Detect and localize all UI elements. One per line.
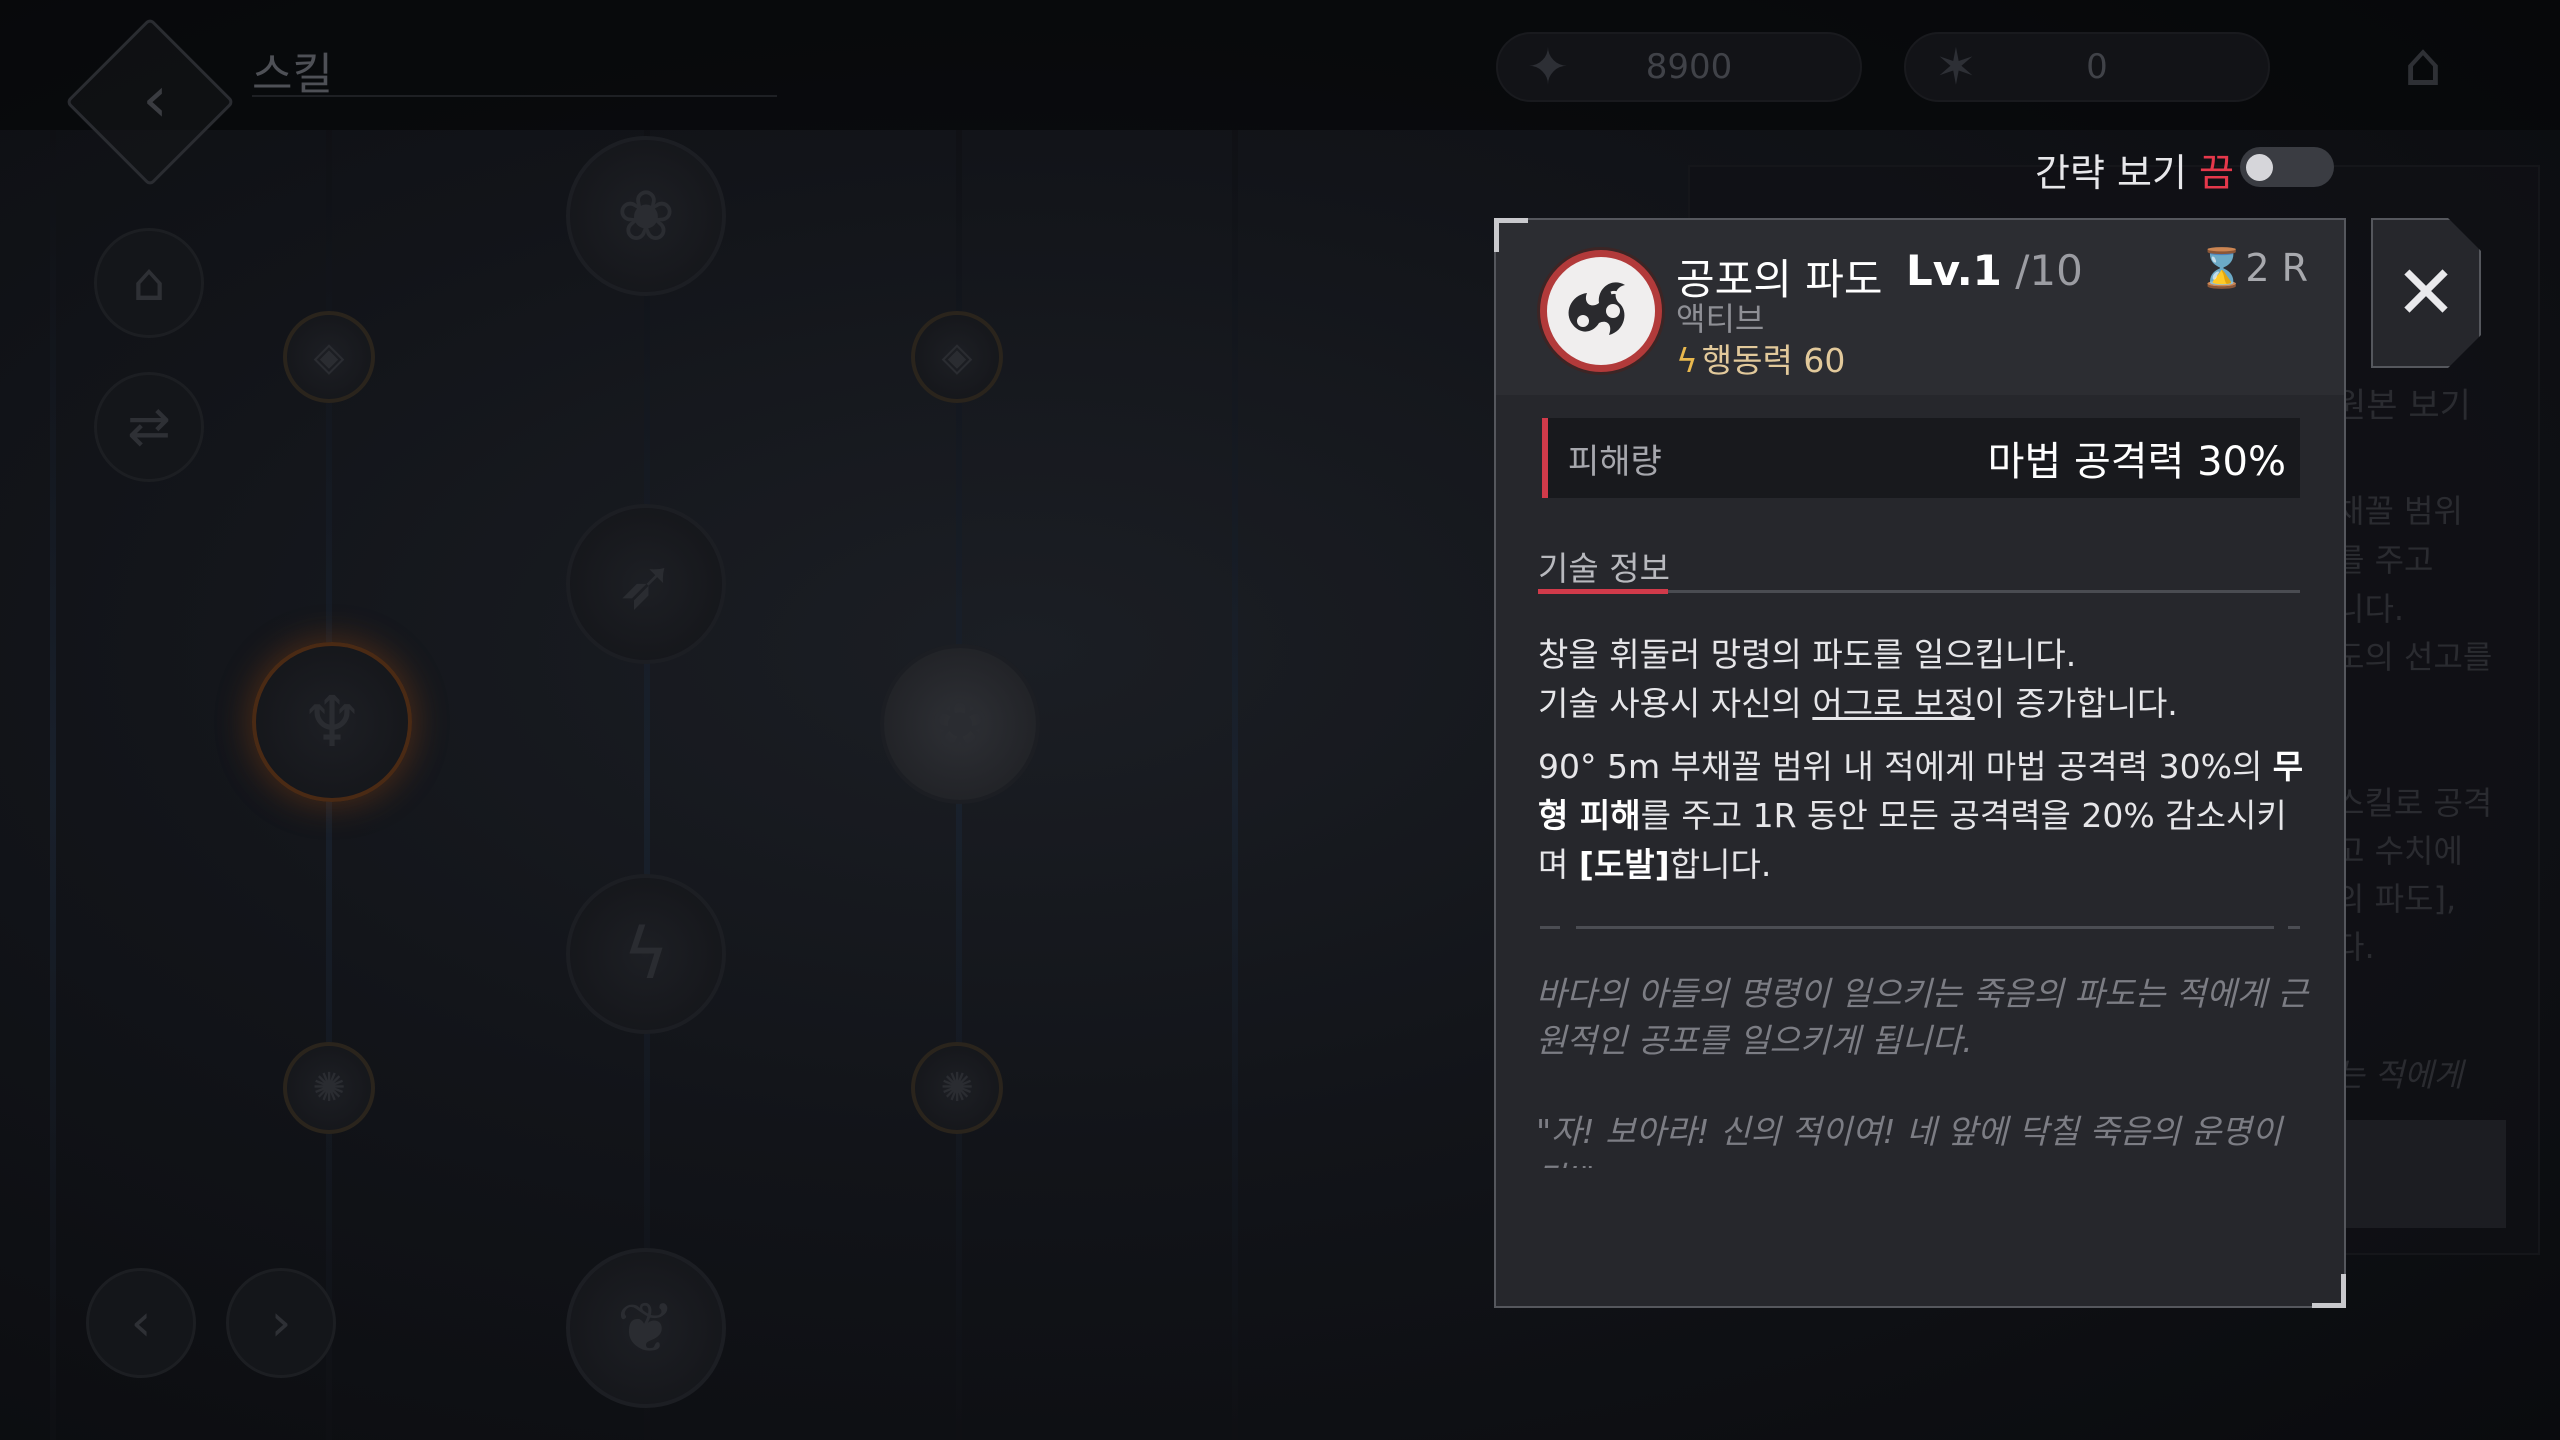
ghost-line: 의 파도], (2335, 880, 2457, 918)
ghost-line: 는 적에게 (2335, 1056, 2463, 1094)
action-point-cost: ϟ 행동력 60 (1676, 334, 1845, 382)
skill-node-selected-passive[interactable]: ♆ (252, 642, 412, 802)
home-icon[interactable]: ⌂ (2388, 30, 2458, 100)
damage-value: 마법 공격력 30% (1987, 439, 2286, 485)
damage-row: 피해량 마법 공격력 30% (1542, 418, 2300, 498)
resource-value-2: 0 (2086, 47, 2108, 87)
action-point-value: 행동력 60 (1701, 341, 1846, 380)
desc-line-1: 창을 휘둘러 망령의 파도를 일으킵니다. (1538, 635, 2077, 674)
level-current: Lv.1 (1906, 246, 2002, 295)
lore-text-2: "자! 보아라! 신의 적이여! 네 앞에 닥칠 죽음의 운명이다!" (1536, 1112, 2282, 1168)
resource-pill-1[interactable]: ✦ 8900 (1496, 32, 1862, 102)
ghost-line: 도의 선고를 (2335, 638, 2493, 676)
tree-lane (644, 130, 650, 1440)
skill-node-beast-2[interactable]: ✺ (911, 1042, 1003, 1134)
close-button[interactable]: ✕ (2371, 218, 2481, 368)
simple-view-label: 간략 보기 끔 (2035, 151, 2234, 195)
dialog-corner-bottom-right (2312, 1274, 2346, 1308)
hourglass-icon: ⌛ (2198, 246, 2246, 290)
taunt-keyword[interactable]: [도발] (1579, 845, 1670, 884)
level-max: /10 (2015, 246, 2083, 295)
skill-detail-dialog: 공포의 파도 Lv.1 /10 ⌛2 R 액티브 ϟ 행동력 60 피해량 마법 … (1494, 218, 2346, 1308)
page-title: 스킬 (252, 49, 333, 100)
desc-line-2: 기술 사용시 자신의 어그로 보정이 증가합니다. (1538, 684, 2178, 723)
toggle-knob (2246, 154, 2273, 181)
lightning-bolt-icon: ϟ (1676, 341, 1698, 380)
close-icon: ✕ (2394, 250, 2457, 336)
background-button (2320, 1120, 2506, 1228)
tab-active-indicator (1538, 589, 1668, 594)
skill-level: Lv.1 /10 (1906, 246, 2083, 295)
title-divider (252, 95, 777, 97)
dialog-corner-top-left (1494, 218, 1528, 252)
skill-node-flame[interactable]: ❦ (566, 1248, 726, 1408)
ghost-line: 고 수치에 (2335, 832, 2463, 870)
ghost-line: 를 주고 (2335, 541, 2434, 579)
skill-description-2: 90° 5m 부채꼴 범위 내 적에게 마법 공격력 30%의 무형 피해를 주… (1538, 747, 2304, 884)
resource-pill-2[interactable]: ✶ 0 (1904, 32, 2270, 102)
ghost-tab: 원본 보기 (2335, 386, 2471, 426)
demon-emblem-icon: ✶ (1935, 38, 1977, 96)
skill-node-beast[interactable]: ✺ (283, 1042, 375, 1134)
wave-of-fear-skill-icon (1540, 250, 1662, 372)
simple-view-state: 끔 (2199, 151, 2234, 195)
tree-lane (1232, 130, 1238, 1440)
previous-arrow-icon[interactable]: ‹ (86, 1268, 196, 1378)
dialog-header: 공포의 파도 Lv.1 /10 ⌛2 R 액티브 ϟ 행동력 60 (1496, 220, 2344, 395)
ghost-wave-icon (1568, 282, 1625, 335)
lore-separator (1540, 926, 2300, 929)
skill-node-lightning[interactable]: ϟ (566, 874, 726, 1034)
star-emblem-icon: ✦ (1527, 38, 1569, 96)
ghost-line: 채꼴 범위 (2335, 492, 2463, 530)
damage-label: 피해량 (1568, 441, 1662, 482)
lore-text-1: 바다의 아들의 명령이 일으키는 죽음의 파도는 적에게 근원적인 공포를 일으… (1536, 974, 2308, 1060)
ghost-line: 스킬로 공격 (2335, 784, 2493, 822)
simple-view-toggle[interactable] (2240, 147, 2334, 187)
skill-node-wave[interactable]: ❀ (566, 136, 726, 296)
skill-node-shield[interactable]: ◈ (283, 311, 375, 403)
resource-value-1: 8900 (1645, 47, 1733, 87)
next-arrow-icon[interactable]: › (226, 1268, 336, 1378)
skill-node-selected-wave[interactable]: ❀ (880, 644, 1040, 804)
tree-lane (50, 130, 56, 1440)
skill-node-emblem[interactable]: ◈ (911, 311, 1003, 403)
skill-node-wing[interactable]: ➶ (566, 504, 726, 664)
back-arrow-icon[interactable]: ‹ (115, 60, 195, 140)
skill-description-1: 창을 휘둘러 망령의 파도를 일으킵니다. 기술 사용시 자신의 어그로 보정이… (1538, 630, 2308, 728)
cooldown-display: ⌛2 R (2198, 246, 2308, 291)
swap-arrows-icon[interactable]: ⇄ (94, 372, 204, 482)
home-nav-icon[interactable]: ⌂ (94, 228, 204, 338)
aggro-correction-link[interactable]: 어그로 보정 (1812, 684, 1974, 723)
tab-skill-info[interactable]: 기술 정보 (1538, 542, 1670, 590)
cooldown-value: 2 R (2245, 246, 2308, 290)
